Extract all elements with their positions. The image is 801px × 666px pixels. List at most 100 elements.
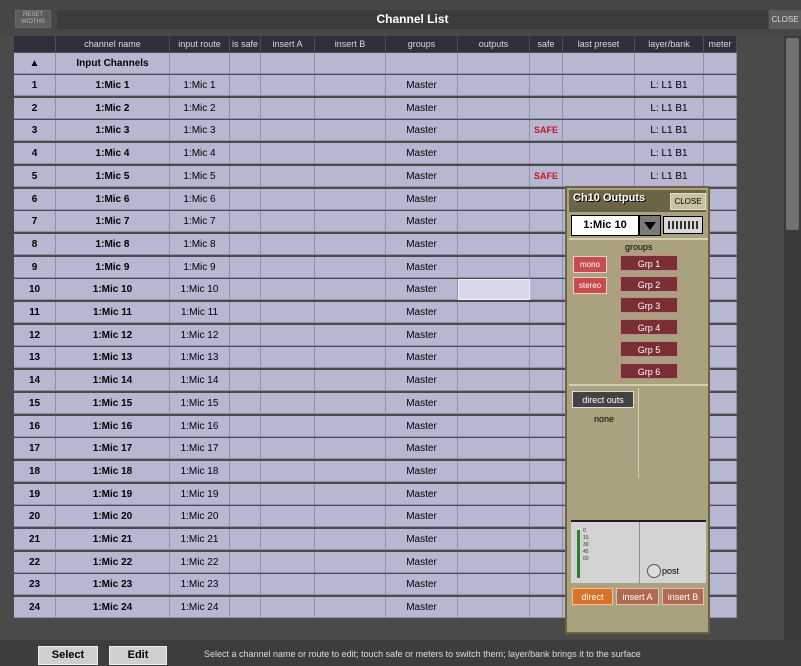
cell-name[interactable]: 1:Mic 23: [56, 574, 170, 595]
cell-insertA[interactable]: [261, 506, 315, 527]
cell-groups[interactable]: Master: [386, 279, 458, 300]
cell-outputs[interactable]: [458, 279, 530, 300]
cell-route[interactable]: 1:Mic 7: [170, 211, 230, 232]
cell-route[interactable]: 1:Mic 5: [170, 166, 230, 187]
cell-safe[interactable]: [530, 552, 563, 573]
cell-name[interactable]: 1:Mic 19: [56, 484, 170, 505]
cell-insertB[interactable]: [315, 597, 386, 618]
post-radio-icon[interactable]: [647, 564, 661, 578]
cell-num[interactable]: 1: [14, 75, 56, 96]
insert-a-source-button[interactable]: insert A: [616, 588, 659, 605]
cell-layer_bank[interactable]: L: L1 B1: [635, 166, 704, 187]
cell-name[interactable]: 1:Mic 2: [56, 98, 170, 119]
cell-route[interactable]: 1:Mic 8: [170, 234, 230, 255]
cell-safe[interactable]: [530, 529, 563, 550]
cell-groups[interactable]: Master: [386, 484, 458, 505]
select-button[interactable]: Select: [38, 646, 98, 665]
cell-insertB[interactable]: [315, 75, 386, 96]
cell-safe_isolate[interactable]: [230, 438, 261, 459]
cell-safe_isolate[interactable]: [230, 302, 261, 323]
cell-num[interactable]: 16: [14, 416, 56, 437]
cell-insertB[interactable]: [315, 370, 386, 391]
cell-insertA[interactable]: [261, 143, 315, 164]
group-5-button[interactable]: Grp 5: [620, 341, 678, 357]
cell-safe[interactable]: SAFE: [530, 120, 563, 141]
cell-layer_bank[interactable]: L: L1 B1: [635, 120, 704, 141]
cell-insertB[interactable]: [315, 506, 386, 527]
cell-insertB[interactable]: [315, 211, 386, 232]
column-header-insertB[interactable]: insert B: [315, 36, 386, 53]
group-2-button[interactable]: Grp 2: [620, 276, 678, 292]
cell-last_preset[interactable]: [563, 98, 635, 119]
cell-insertA[interactable]: [261, 75, 315, 96]
cell-route[interactable]: 1:Mic 2: [170, 98, 230, 119]
cell-route[interactable]: 1:Mic 16: [170, 416, 230, 437]
cell-outputs[interactable]: [458, 75, 530, 96]
cell-insertB[interactable]: [315, 234, 386, 255]
cell-insertA[interactable]: [261, 529, 315, 550]
cell-insertB[interactable]: [315, 552, 386, 573]
cell-insertB[interactable]: [315, 120, 386, 141]
cell-outputs[interactable]: [458, 529, 530, 550]
cell-insertB[interactable]: [315, 302, 386, 323]
cell-safe[interactable]: [530, 393, 563, 414]
cell-num[interactable]: 21: [14, 529, 56, 550]
direct-outs-button[interactable]: direct outs: [572, 391, 634, 408]
cell-groups[interactable]: Master: [386, 257, 458, 278]
cell-groups[interactable]: Master: [386, 143, 458, 164]
keyboard-icon[interactable]: [663, 216, 703, 234]
cell-name[interactable]: 1:Mic 1: [56, 75, 170, 96]
cell-num[interactable]: 24: [14, 597, 56, 618]
cell-num[interactable]: 23: [14, 574, 56, 595]
cell-name[interactable]: 1:Mic 14: [56, 370, 170, 391]
cell-safe[interactable]: [530, 234, 563, 255]
cell-num[interactable]: 2: [14, 98, 56, 119]
cell-route[interactable]: 1:Mic 11: [170, 302, 230, 323]
cell-name[interactable]: 1:Mic 5: [56, 166, 170, 187]
cell-insertA[interactable]: [261, 98, 315, 119]
cell-outputs[interactable]: [458, 347, 530, 368]
cell-safe_isolate[interactable]: [230, 325, 261, 346]
cell-num[interactable]: 17: [14, 438, 56, 459]
group-4-button[interactable]: Grp 4: [620, 319, 678, 335]
cell-outputs[interactable]: [458, 484, 530, 505]
cell-groups[interactable]: Master: [386, 166, 458, 187]
chevron-down-icon[interactable]: [639, 215, 661, 236]
cell-groups[interactable]: Master: [386, 461, 458, 482]
cell-name[interactable]: 1:Mic 21: [56, 529, 170, 550]
cell-groups[interactable]: Master: [386, 597, 458, 618]
cell-groups[interactable]: Master: [386, 416, 458, 437]
cell-insertA[interactable]: [261, 279, 315, 300]
cell-outputs[interactable]: [458, 189, 530, 210]
cell-insertA[interactable]: [261, 166, 315, 187]
cell-last_preset[interactable]: [563, 143, 635, 164]
direct-source-button[interactable]: direct: [572, 588, 613, 605]
column-header-num[interactable]: [14, 36, 56, 53]
cell-outputs[interactable]: [458, 257, 530, 278]
cell-num[interactable]: 11: [14, 302, 56, 323]
cell-groups[interactable]: Master: [386, 302, 458, 323]
cell-insertB[interactable]: [315, 529, 386, 550]
cell-last_preset[interactable]: [563, 166, 635, 187]
cell-insertB[interactable]: [315, 98, 386, 119]
cell-meter[interactable]: [704, 75, 737, 96]
cell-insertB[interactable]: [315, 574, 386, 595]
cell-safe[interactable]: [530, 211, 563, 232]
cell-name[interactable]: 1:Mic 9: [56, 257, 170, 278]
cell-route[interactable]: 1:Mic 6: [170, 189, 230, 210]
cell-groups[interactable]: Master: [386, 347, 458, 368]
cell-safe[interactable]: [530, 506, 563, 527]
cell-name[interactable]: 1:Mic 10: [56, 279, 170, 300]
cell-outputs[interactable]: [458, 393, 530, 414]
cell-safe[interactable]: [530, 325, 563, 346]
cell-layer_bank[interactable]: L: L1 B1: [635, 98, 704, 119]
cell-groups[interactable]: Master: [386, 552, 458, 573]
cell-name[interactable]: 1:Mic 7: [56, 211, 170, 232]
cell-safe_isolate[interactable]: [230, 529, 261, 550]
cell-num[interactable]: 8: [14, 234, 56, 255]
cell-safe_isolate[interactable]: [230, 98, 261, 119]
cell-layer_bank[interactable]: L: L1 B1: [635, 143, 704, 164]
cell-insertB[interactable]: [315, 393, 386, 414]
cell-route[interactable]: 1:Mic 14: [170, 370, 230, 391]
cell-num[interactable]: 7: [14, 211, 56, 232]
